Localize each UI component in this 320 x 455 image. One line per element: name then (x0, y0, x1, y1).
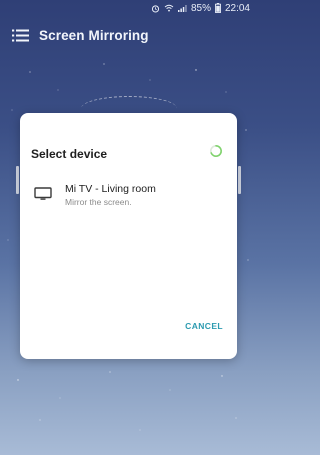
alarm-icon (151, 4, 160, 13)
menu-button[interactable] (9, 26, 31, 44)
wifi-icon (164, 4, 174, 12)
device-list-item[interactable]: Mi TV - Living room Mirror the screen. (20, 177, 237, 211)
list-menu-icon (11, 29, 29, 41)
dialog-title: Select device (31, 147, 108, 161)
battery-icon (215, 3, 221, 13)
select-device-dialog: Select device Mi TV - Living room Mirror… (20, 113, 237, 359)
tv-icon (34, 187, 52, 200)
background-card-edge-left (16, 166, 19, 194)
device-name: Mi TV - Living room (65, 183, 156, 195)
status-bar: 85% 22:04 (0, 0, 257, 16)
loading-spinner-icon (210, 145, 222, 157)
app-title: Screen Mirroring (39, 27, 149, 43)
cancel-button[interactable]: CANCEL (183, 319, 225, 333)
battery-percentage: 85% (190, 2, 211, 14)
clock-time: 22:04 (224, 2, 250, 14)
app-bar: Screen Mirroring (0, 16, 257, 54)
signal-icon (177, 4, 187, 12)
device-subtitle: Mirror the screen. (65, 197, 132, 207)
background-card-edge-right (238, 166, 241, 194)
